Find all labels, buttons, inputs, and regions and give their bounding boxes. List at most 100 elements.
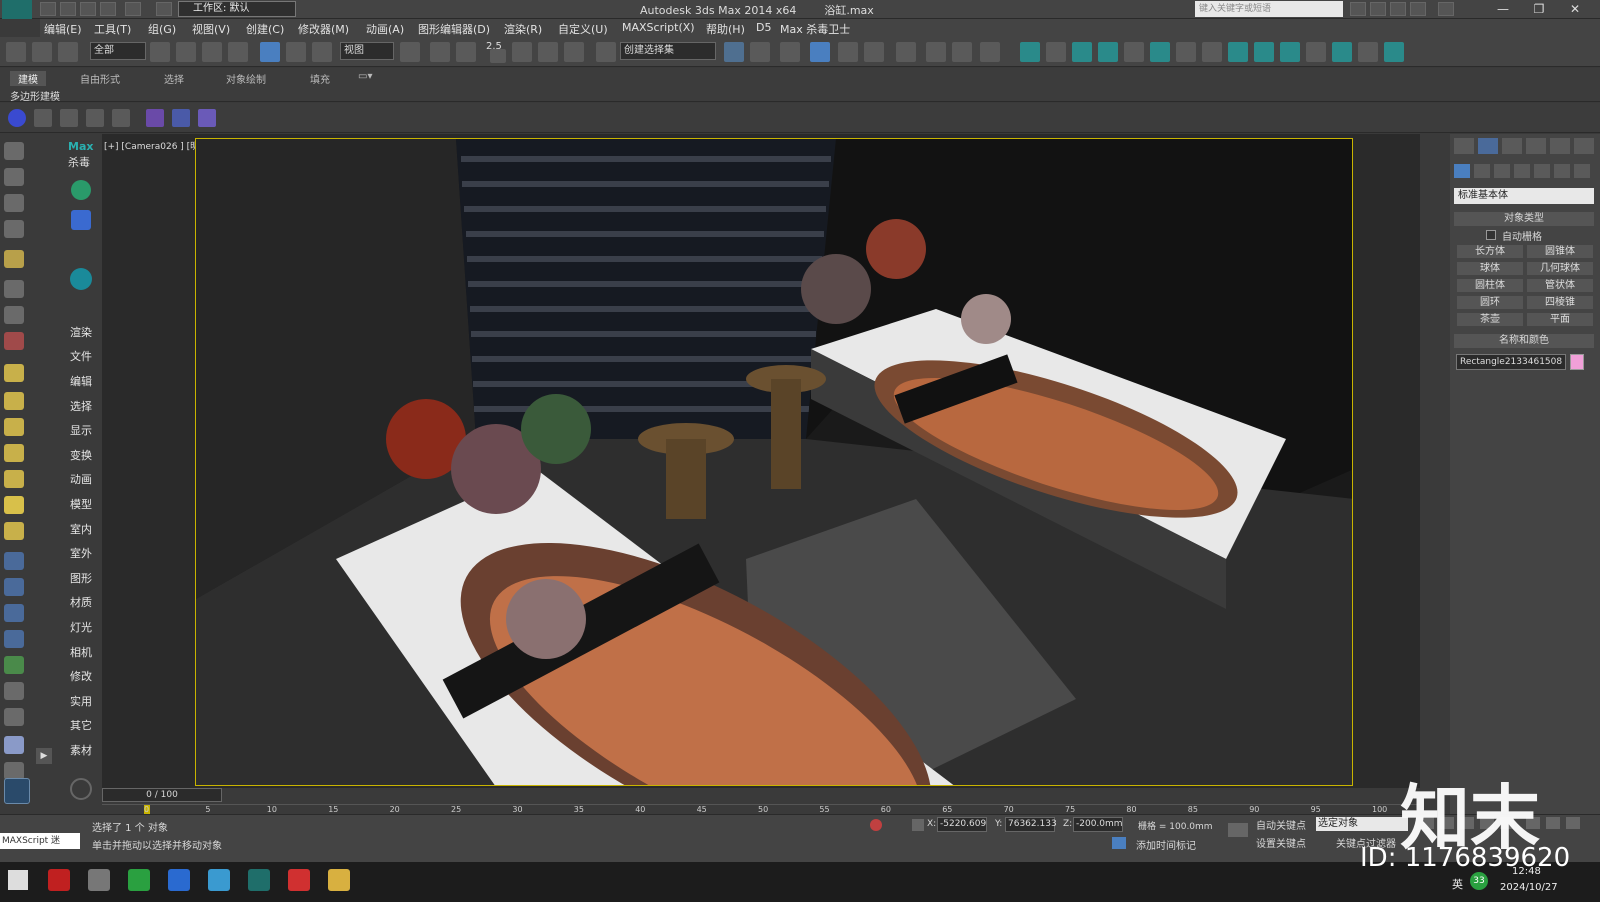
vray-env-icon[interactable] — [1254, 42, 1274, 62]
maxscript-listener[interactable]: MAXScript 迷 — [0, 833, 80, 849]
reference-coord-dropdown[interactable]: 视图 — [340, 42, 394, 60]
panel-item-transform[interactable]: 变换 — [70, 447, 92, 463]
rendered-frame-icon[interactable] — [952, 42, 972, 62]
render-red-icon[interactable] — [4, 332, 24, 350]
add-time-tag[interactable]: 添加时间标记 — [1136, 837, 1196, 852]
panel-item-file[interactable]: 文件 — [70, 348, 92, 364]
vray-material-icon[interactable] — [1280, 42, 1300, 62]
percent-snap-icon[interactable] — [538, 42, 558, 62]
vray-light-icon[interactable] — [1176, 42, 1196, 62]
menu-rendering[interactable]: 渲染(R) — [504, 21, 542, 37]
workspace-dropdown[interactable]: 工作区: 默认 — [178, 1, 296, 17]
edge-icon[interactable] — [168, 869, 190, 891]
tools-icon[interactable] — [1370, 2, 1386, 16]
browser-green-icon[interactable] — [128, 869, 150, 891]
geometry-icon[interactable] — [1454, 164, 1470, 178]
vray-sphere-icon[interactable] — [1202, 42, 1222, 62]
torus-button[interactable]: 圆环 — [1456, 295, 1524, 310]
lamp-icon[interactable] — [112, 109, 130, 127]
panel-item-camera[interactable]: 相机 — [70, 644, 92, 660]
tube-button[interactable]: 管状体 — [1526, 278, 1594, 293]
ball-icon[interactable] — [4, 736, 24, 754]
vray-plane-icon[interactable] — [1124, 42, 1144, 62]
panel-item-animation[interactable]: 动画 — [70, 471, 92, 487]
display-tab-icon[interactable] — [1550, 138, 1570, 154]
network-icon[interactable] — [88, 869, 110, 891]
schematic-view-icon[interactable] — [864, 42, 884, 62]
helpers-icon[interactable] — [1534, 164, 1550, 178]
menu-graph-editors[interactable]: 图形编辑器(D) — [418, 21, 490, 37]
panel-item-material[interactable]: 材质 — [70, 594, 92, 610]
acrobat-icon[interactable] — [48, 869, 70, 891]
panel-item-edit[interactable]: 编辑 — [70, 373, 92, 389]
new-file-icon[interactable] — [40, 2, 56, 16]
scan-icon[interactable] — [71, 180, 91, 200]
teapot-button[interactable]: 茶壶 — [1456, 312, 1524, 327]
hierarchy-tab-icon[interactable] — [1502, 138, 1522, 154]
panel-item-display[interactable]: 显示 — [70, 422, 92, 438]
open-file-icon[interactable] — [60, 2, 76, 16]
shield-icon[interactable] — [71, 210, 91, 230]
selected-objects-dropdown[interactable]: 选定对象 — [1316, 817, 1408, 831]
set-key-button[interactable]: 设置关键点 — [1256, 835, 1310, 850]
windows-start-icon[interactable] — [8, 870, 28, 890]
menu-create[interactable]: 创建(C) — [246, 21, 284, 37]
star-icon[interactable] — [1410, 2, 1426, 16]
cone-button[interactable]: 圆锥体 — [1526, 244, 1594, 259]
grid-icon[interactable] — [4, 220, 24, 238]
manipulate-icon[interactable] — [430, 42, 450, 62]
vray-proxy-icon[interactable] — [1150, 42, 1170, 62]
key-icon[interactable] — [1228, 823, 1248, 837]
dome-icon[interactable] — [4, 392, 24, 410]
menu-modifiers[interactable]: 修改器(M) — [298, 21, 349, 37]
absolute-mode-icon[interactable] — [912, 819, 924, 831]
panel-item-utility[interactable]: 实用 — [70, 693, 92, 709]
document-icon[interactable] — [4, 194, 24, 212]
select-by-name-icon[interactable] — [176, 42, 196, 62]
plugin-p-icon[interactable] — [8, 109, 26, 127]
notification-badge[interactable]: 33 — [1470, 872, 1488, 890]
unlink-icon[interactable] — [32, 42, 52, 62]
select-object-icon[interactable] — [150, 42, 170, 62]
fov-icon[interactable] — [1566, 817, 1580, 829]
tab-freeform[interactable]: 自由形式 — [80, 71, 120, 86]
panel-item-interior[interactable]: 室内 — [70, 521, 92, 537]
input-language[interactable]: 英 — [1452, 876, 1463, 892]
pivot-center-icon[interactable] — [400, 42, 420, 62]
bowl-icon[interactable] — [4, 444, 24, 462]
bind-spacewarp-icon[interactable] — [58, 42, 78, 62]
autogrid-checkbox[interactable] — [1486, 230, 1496, 240]
panel-item-light[interactable]: 灯光 — [70, 619, 92, 635]
keyboard-shortcut-icon[interactable] — [456, 42, 476, 62]
scene-explorer-icon[interactable] — [810, 42, 830, 62]
vray-frame-buffer-icon[interactable] — [1228, 42, 1248, 62]
arc-icon[interactable] — [4, 306, 24, 324]
menu-maxscript[interactable]: MAXScript(X) — [622, 21, 695, 34]
menu-max-antivirus[interactable]: Max 杀毒卫士 — [780, 21, 850, 37]
render-production-icon[interactable] — [980, 42, 1000, 62]
save-file-icon[interactable] — [80, 2, 96, 16]
snap-toggle-icon[interactable] — [490, 49, 506, 63]
panel-item-assets[interactable]: 素材 — [70, 742, 92, 758]
modify-tab-icon[interactable] — [1478, 138, 1498, 154]
orb-icon[interactable] — [4, 522, 24, 540]
paint-icon[interactable] — [4, 578, 24, 596]
tab-selection[interactable]: 选择 — [164, 71, 184, 86]
select-move-icon[interactable] — [260, 42, 280, 62]
undo-icon[interactable] — [100, 2, 116, 16]
close-icon[interactable]: ✕ — [1552, 0, 1598, 19]
vray-render-icon[interactable] — [1332, 42, 1352, 62]
wallpaper-icon[interactable] — [208, 869, 230, 891]
y-coord-field[interactable]: 76362.133 — [1005, 817, 1057, 832]
shapes-icon[interactable] — [1474, 164, 1490, 178]
systems-icon[interactable] — [1574, 164, 1590, 178]
cylinder-button[interactable]: 圆柱体 — [1456, 278, 1524, 293]
panel-item-exterior[interactable]: 室外 — [70, 545, 92, 561]
spinner-snap-icon[interactable] — [564, 42, 584, 62]
globe-small-icon[interactable] — [4, 708, 24, 726]
camera-icon[interactable] — [60, 109, 78, 127]
material-editor-icon[interactable] — [896, 42, 916, 62]
lights-icon[interactable] — [1494, 164, 1510, 178]
spot-light-icon[interactable] — [4, 470, 24, 488]
exchange-icon[interactable] — [1390, 2, 1406, 16]
